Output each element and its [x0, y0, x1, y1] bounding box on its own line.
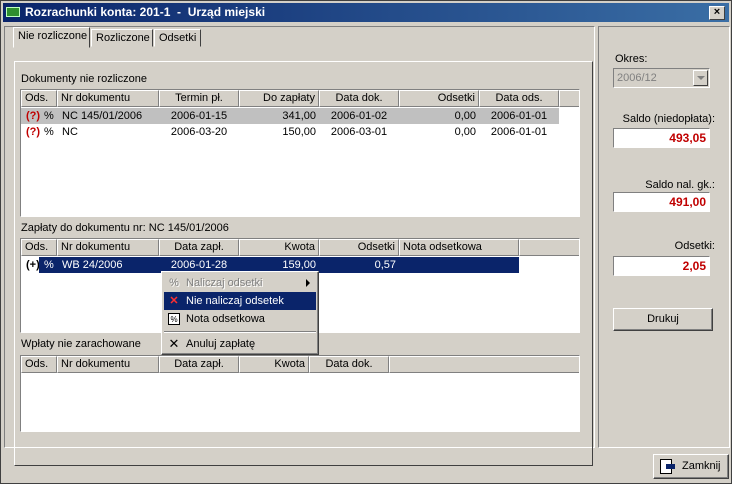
ods-cell: % — [44, 259, 54, 271]
saldo-value: 493,05 — [613, 128, 710, 148]
saldo-gk-label: Saldo nal. gk.: — [645, 179, 715, 191]
menu-item-label: Nie naliczaj odsetek — [186, 295, 284, 307]
interest-cell: 0,00 — [454, 110, 476, 122]
col-header[interactable]: Nr dokumentu — [57, 356, 159, 373]
docs-group-label: Dokumenty nie rozliczone — [21, 73, 147, 85]
main-window: Rozrachunki konta: 201-1 - Urząd miejski… — [0, 0, 732, 484]
percent-icon: % — [169, 277, 179, 289]
note-icon: % — [168, 313, 180, 325]
saldo-label: Saldo (niedopłata): — [622, 113, 715, 125]
odsetki-value: 2,05 — [613, 256, 710, 276]
amount-cell: 341,00 — [282, 110, 316, 122]
col-header[interactable]: Ods. — [21, 356, 57, 373]
col-header[interactable]: Data dok. — [309, 356, 389, 373]
nr-cell: NC 145/01/2006 — [62, 110, 143, 122]
okres-label: Okres: — [615, 53, 648, 65]
exit-door-icon — [660, 459, 675, 474]
date-cell: 2006-03-01 — [330, 126, 388, 138]
col-header[interactable]: Data zapł. — [159, 356, 239, 373]
col-header[interactable]: Do zapłaty — [239, 90, 319, 107]
date-cell: 2006-01-02 — [330, 110, 388, 122]
col-header-filler — [389, 356, 579, 373]
unassigned-grid-header: Ods. Nr dokumentu Data zapł. Kwota Data … — [21, 356, 579, 373]
payments-group-label: Zapłaty do dokumentu nr: NC 145/01/2006 — [21, 222, 229, 234]
title-bar: Rozrachunki konta: 201-1 - Urząd miejski… — [3, 3, 729, 22]
okres-value: 2006/12 — [617, 72, 657, 84]
col-header[interactable]: Ods. — [21, 90, 57, 107]
tab-odsetki[interactable]: Odsetki — [154, 29, 201, 47]
col-header[interactable]: Kwota — [239, 356, 309, 373]
payments-grid-header: Ods. Nr dokumentu Data zapł. Kwota Odset… — [21, 239, 579, 256]
red-x-icon: ✕ — [169, 295, 179, 307]
table-row[interactable]: (?) % NC 145/01/2006 2006-01-15 341,00 2… — [21, 108, 559, 124]
menu-item-anuluj-zaplate[interactable]: ✕ Anuluj zapłatę — [164, 335, 316, 353]
date-cell: 2006-01-01 — [490, 126, 548, 138]
col-header[interactable]: Nota odsetkowa — [399, 239, 519, 256]
cancel-x-icon: ✕ — [168, 336, 180, 351]
unassigned-group-label: Wpłaty nie zarachowane — [21, 338, 141, 350]
date-cell: 2006-01-01 — [490, 110, 548, 122]
right-panel: Okres: 2006/12 Saldo (niedopłata): 493,0… — [598, 26, 730, 448]
submenu-arrow-icon — [306, 279, 310, 287]
col-header[interactable]: Odsetki — [319, 239, 399, 256]
menu-item-label: Naliczaj odsetki — [186, 277, 263, 289]
close-button[interactable]: × — [709, 6, 725, 20]
menu-item-nie-naliczaj-odsetek[interactable]: ✕ Nie naliczaj odsetek — [164, 292, 316, 310]
termin-cell: 2006-01-15 — [170, 110, 228, 122]
odsetki-label: Odsetki: — [674, 240, 715, 252]
okres-select[interactable]: 2006/12 — [613, 68, 710, 88]
docs-grid[interactable]: Ods. Nr dokumentu Termin pł. Do zapłaty … — [20, 89, 580, 217]
amount-cell: 150,00 — [282, 126, 316, 138]
window-title: Rozrachunki konta: 201-1 - Urząd miejski — [25, 5, 266, 19]
nr-cell: WB 24/2006 — [62, 259, 123, 271]
col-header[interactable]: Nr dokumentu — [57, 90, 159, 107]
col-header[interactable]: Nr dokumentu — [57, 239, 159, 256]
app-icon — [6, 7, 20, 17]
drukuj-button[interactable]: Drukuj — [613, 308, 713, 331]
tab-body: Dokumenty nie rozliczone Ods. Nr dokumen… — [14, 61, 593, 466]
menu-item-nota-odsetkowa[interactable]: % Nota odsetkowa — [164, 310, 316, 328]
menu-item-naliczaj-odsetki[interactable]: % Naliczaj odsetki — [164, 274, 316, 292]
menu-item-label: Nota odsetkowa — [186, 313, 265, 325]
tab-nie-rozliczone[interactable]: Nie rozliczone — [13, 27, 90, 48]
docs-grid-header: Ods. Nr dokumentu Termin pł. Do zapłaty … — [21, 90, 579, 107]
zamknij-label: Zamknij — [682, 460, 721, 472]
nr-cell: NC — [62, 126, 78, 138]
zamknij-button[interactable]: Zamknij — [653, 454, 729, 479]
col-header-filler — [519, 239, 579, 256]
menu-item-label: Anuluj zapłatę — [186, 338, 256, 350]
saldo-gk-value: 491,00 — [613, 192, 710, 212]
context-menu: % Naliczaj odsetki ✕ Nie naliczaj odsete… — [161, 271, 319, 355]
col-header[interactable]: Data dok. — [319, 90, 399, 107]
left-panel: Nie rozliczone Rozliczone Odsetki Dokume… — [4, 26, 595, 466]
tab-rozliczone[interactable]: Rozliczone — [91, 29, 153, 47]
col-header[interactable]: Odsetki — [399, 90, 479, 107]
col-header[interactable]: Ods. — [21, 239, 57, 256]
menu-separator — [164, 331, 316, 333]
col-header[interactable]: Termin pł. — [159, 90, 239, 107]
col-header-filler — [559, 90, 579, 107]
ods-cell: % — [44, 126, 54, 138]
termin-cell: 2006-03-20 — [170, 126, 228, 138]
col-header[interactable]: Data zapł. — [159, 239, 239, 256]
col-header[interactable]: Kwota — [239, 239, 319, 256]
table-row[interactable]: (?) % NC 2006-03-20 150,00 2006-03-01 0,… — [21, 124, 559, 140]
ods-cell: % — [44, 110, 54, 122]
unassigned-grid[interactable]: Ods. Nr dokumentu Data zapł. Kwota Data … — [20, 355, 580, 432]
chevron-down-icon[interactable] — [693, 70, 708, 86]
nota-cell — [399, 257, 519, 273]
interest-cell: 0,00 — [454, 126, 476, 138]
interest-cell: 0,57 — [374, 259, 396, 271]
col-header[interactable]: Data ods. — [479, 90, 559, 107]
